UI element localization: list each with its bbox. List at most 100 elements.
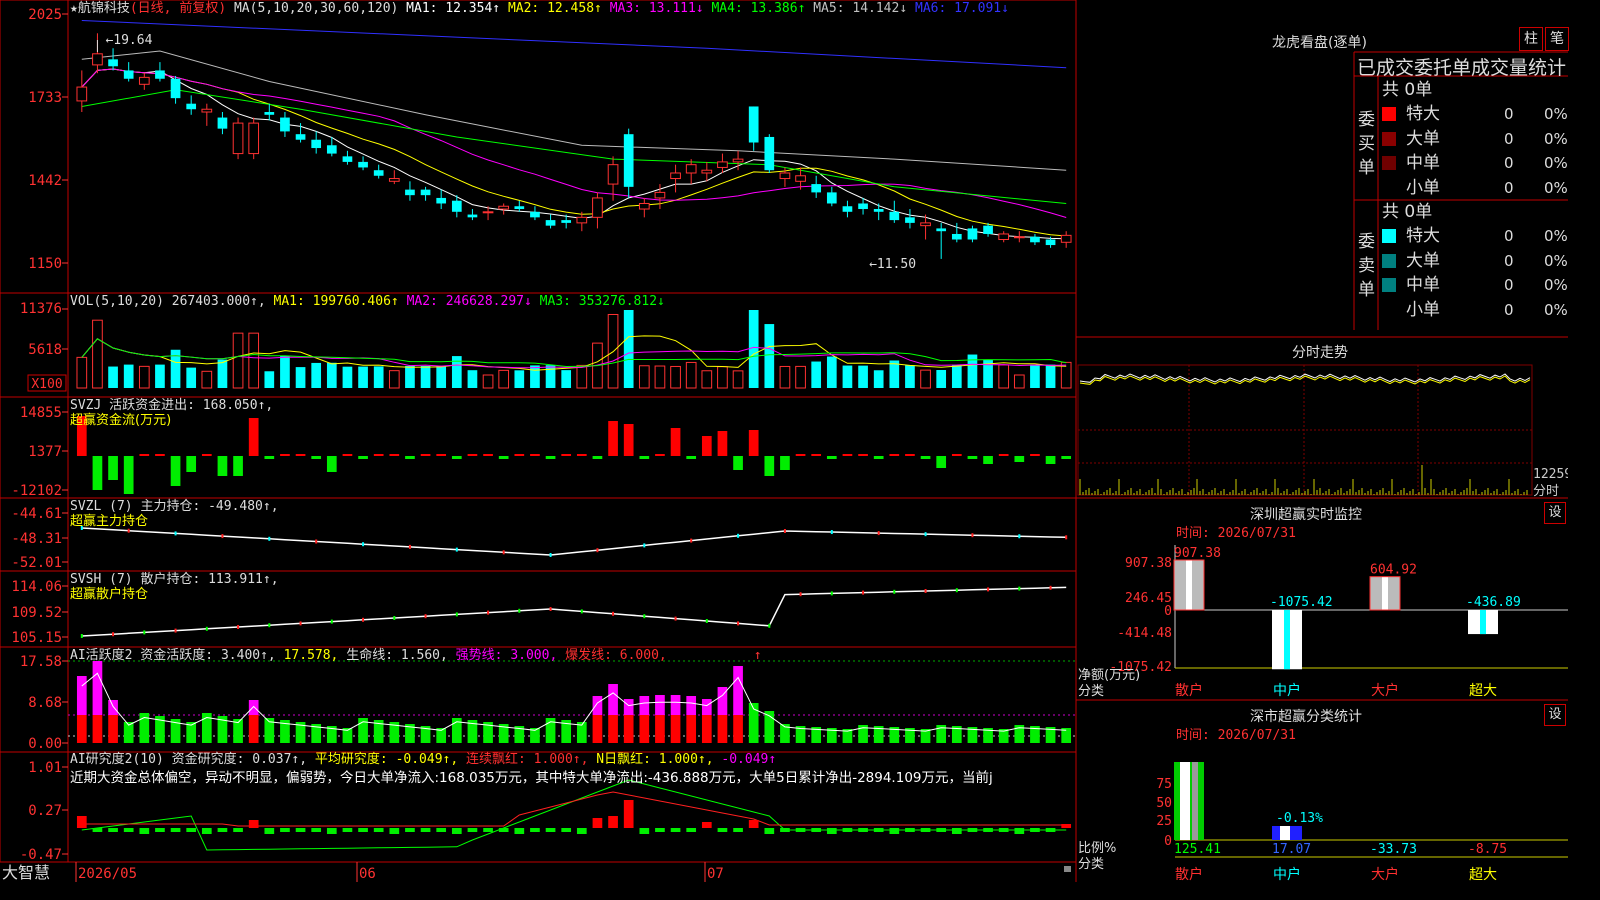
volume-bar-down [530, 365, 540, 388]
research-bar-neg [420, 828, 431, 832]
pen-mode-button[interactable]: 笔 [1545, 27, 1569, 51]
candle-down [514, 206, 525, 210]
row-percent: 0% [1544, 105, 1568, 123]
flow-bar-out [764, 456, 775, 476]
research-bar-neg [326, 828, 337, 834]
svsh-header: SVSH (7) 散户持仓: 113.911↑, [70, 571, 279, 587]
candle-down [983, 225, 993, 234]
sz-monitor-time: 时间: 2026/07/31 [1176, 526, 1296, 541]
research-bar-neg [639, 828, 650, 834]
vol-ma1-line [81, 335, 1067, 371]
svzl-dot [783, 529, 786, 533]
svsh-line [81, 586, 1067, 637]
row-label: 中单 [1406, 153, 1440, 173]
active-bar-hot [108, 700, 118, 715]
color-swatch [1382, 303, 1396, 317]
flow-bar-out [498, 456, 509, 459]
trading-terminal: 2025 1733 1442 1150 ←19.64 ←11.50 ★航锦科技(日线, 前复… [0, 0, 1588, 883]
flow-bar-in [842, 454, 853, 456]
candle-up [1060, 234, 1072, 243]
candle-down [420, 189, 431, 196]
svzl-dot [362, 542, 365, 547]
candle-down [405, 189, 415, 196]
active-bar-hot [701, 699, 712, 715]
volume-bar-down [1045, 364, 1056, 388]
active-bar-base [717, 715, 728, 743]
svsh-dot [362, 617, 365, 622]
svzj-sub: 超赢资金流(万元) [70, 412, 171, 428]
sz-class-category: 中户 [1273, 866, 1301, 882]
candle-down [186, 103, 197, 110]
research-bar-pos [701, 822, 712, 828]
candle-down [326, 145, 337, 154]
sz-monitor-category: 大户 [1371, 682, 1399, 699]
sz-class-bar-shine [1280, 826, 1290, 840]
research-bar-neg [951, 828, 962, 834]
volume-bar-down [842, 365, 853, 388]
candle-up [779, 172, 791, 180]
order-row: 特大 0 0% [1382, 224, 1568, 248]
flow-bar-out [186, 456, 197, 472]
row-percent: 0% [1544, 129, 1568, 148]
volume-bar-up [779, 365, 791, 389]
candle-down [373, 170, 384, 176]
candle-up [607, 164, 619, 185]
volume-bar-up [1013, 374, 1025, 389]
flow-bar-in [795, 454, 806, 456]
research-bar-neg [280, 828, 290, 832]
color-swatch [1382, 229, 1396, 243]
svzl-dot [455, 547, 458, 552]
candle-down [811, 184, 822, 193]
active-bar-base [108, 715, 118, 743]
low-label: ←11.50 [869, 257, 916, 272]
volume-bar-down [358, 366, 368, 388]
flow-bar-out [405, 456, 415, 459]
candle-up [654, 191, 666, 199]
flow-bar-out [780, 456, 790, 470]
candle-up [998, 233, 1010, 241]
active-bar-hot [608, 684, 618, 715]
active-bar-base [670, 715, 681, 743]
svzl-tick-label: -44.61 [11, 506, 62, 522]
sz-class-settings-button[interactable]: 设 [1544, 704, 1566, 726]
svsh-dot [518, 608, 521, 613]
sz-class-ylabel: 比例% [1078, 841, 1116, 856]
[object Object]: #cccccc [1533, 409, 1568, 424]
vol-unit: X100 [31, 377, 62, 392]
candle-down [155, 70, 165, 79]
sz-monitor-settings-button[interactable]: 设 [1544, 502, 1566, 524]
flow-bar-in [155, 454, 165, 456]
research-bar-neg [1014, 828, 1025, 834]
row-label: 特大 [1406, 104, 1440, 124]
svsh-dot [455, 612, 458, 617]
volume-bar-up [201, 370, 213, 389]
volume-bar-up [76, 356, 88, 389]
svzl-dot [643, 543, 646, 548]
svsh-dot [112, 632, 115, 637]
flow-bar-in [280, 454, 290, 456]
research-bar-neg [764, 828, 775, 834]
ai-active-marker: ↑ [754, 648, 762, 663]
research-line-red [81, 791, 1067, 827]
ai-research-comment: 近期大资金总体偏空，异动不明显，偏弱势，今日大单净流入:168.035万元，其中… [70, 769, 993, 786]
sz-monitor-value: -436.89 [1466, 595, 1521, 610]
candle-down [873, 209, 884, 212]
volume-bar-down [811, 361, 822, 388]
ai-active-tick-label: 0.00 [28, 736, 62, 752]
volume-bar-up [717, 366, 728, 389]
svsh-dot [80, 634, 83, 638]
flow-bar-out [92, 456, 103, 490]
volume-bar-down [405, 365, 415, 388]
research-bar-neg [405, 828, 415, 832]
flow-bar-in [1030, 454, 1040, 456]
active-bar-base [701, 715, 712, 743]
svzl-header: SVZL (7) 主力持仓: -49.480↑, [70, 499, 279, 514]
ai-research-header: AI研究度2(10) 资金研究度: 0.037↑, 平均研究度: -0.049↑… [70, 751, 776, 767]
bar-mode-button[interactable]: 柱 [1519, 27, 1543, 51]
flow-bar-out [639, 456, 650, 459]
flow-bar-in [748, 430, 759, 456]
x-tick-label: 06 [359, 866, 376, 882]
order-row: 大单 0 0% [1382, 127, 1568, 151]
order-stats-tab[interactable]: 已成交委托单成交量统计 [1357, 53, 1568, 80]
candle-down [467, 214, 478, 218]
